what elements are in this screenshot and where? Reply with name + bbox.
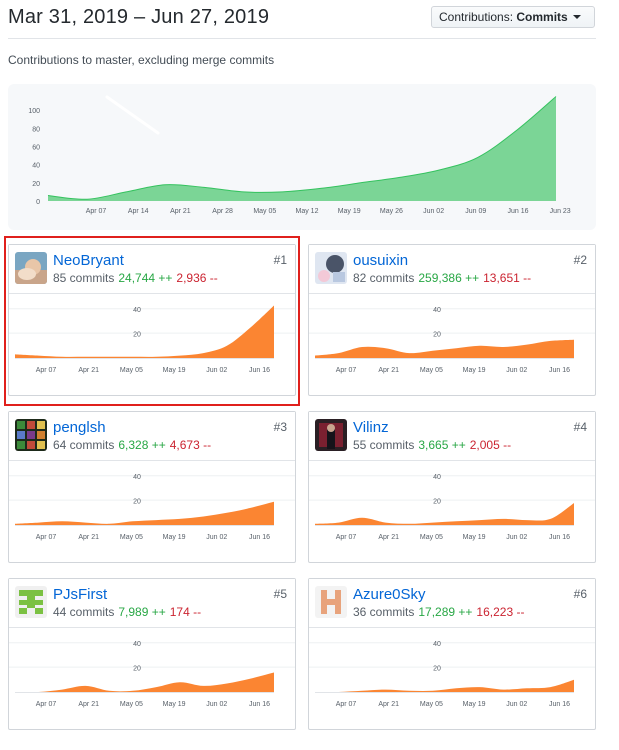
y-tick-label: 20: [433, 666, 441, 673]
x-tick-label: Apr 14: [128, 208, 149, 215]
x-tick-label: Apr 07: [336, 367, 357, 374]
x-tick-label: Jun 02: [423, 208, 444, 215]
select-label: Contributions:: [439, 10, 514, 24]
x-tick-label: Apr 21: [78, 534, 99, 541]
contributor-area: [15, 501, 274, 525]
contributor-card: ousuixin 82 commits 259,386 ++ 13,651 -- #2 2…: [308, 244, 596, 396]
x-tick-label: Apr 07: [336, 534, 357, 541]
x-tick-label: Jun 09: [465, 208, 486, 215]
x-tick-label: May 19: [163, 701, 186, 708]
y-tick-label: 40: [133, 641, 141, 648]
contributor-area: [315, 503, 574, 525]
x-tick-label: Apr 28: [212, 208, 233, 215]
x-tick-label: Jun 02: [506, 701, 527, 708]
x-tick-label: Jun 16: [507, 208, 528, 215]
contributor-card: penglsh 64 commits 6,328 ++ 4,673 -- #3 20 40 A…: [8, 411, 296, 563]
x-tick-label: May 05: [120, 534, 143, 541]
y-tick-label: 20: [433, 499, 441, 506]
contributor-area: [15, 672, 274, 693]
x-tick-label: Jun 16: [249, 534, 270, 541]
x-tick-label: May 19: [163, 534, 186, 541]
x-tick-label: May 05: [420, 701, 443, 708]
x-tick-label: Apr 21: [378, 534, 399, 541]
x-tick-label: Jun 16: [549, 367, 570, 374]
contributor-card: Azure0Sky 36 commits 17,289 ++ 16,223 -- #6 2…: [308, 578, 596, 730]
x-tick-label: Jun 16: [549, 534, 570, 541]
y-tick-label: 20: [32, 181, 40, 188]
y-tick-label: 40: [32, 163, 40, 170]
y-tick-label: 40: [133, 474, 141, 481]
y-tick-label: 40: [433, 641, 441, 648]
x-tick-label: May 05: [253, 208, 276, 215]
x-tick-label: Apr 21: [78, 701, 99, 708]
commits-area: [48, 96, 556, 201]
x-tick-label: Jun 02: [206, 534, 227, 541]
contributor-commits-chart: 20 40 Apr 07 Apr 21 May 05 May 19 Jun 02 Jun 16: [309, 307, 595, 374]
x-tick-label: Apr 07: [336, 701, 357, 708]
x-tick-label: May 12: [296, 208, 319, 215]
y-tick-label: 20: [433, 332, 441, 339]
x-tick-label: Apr 07: [36, 534, 57, 541]
x-tick-label: Jun 16: [549, 701, 570, 708]
contributor-area: [315, 679, 574, 693]
y-tick-label: 0: [36, 199, 40, 206]
x-tick-label: Jun 02: [506, 367, 527, 374]
x-tick-label: May 05: [120, 701, 143, 708]
contributor-card: Vilinz 55 commits 3,665 ++ 2,005 -- #4 20 40 Ap…: [308, 411, 596, 563]
x-tick-label: May 19: [463, 367, 486, 374]
y-tick-label: 20: [133, 666, 141, 673]
x-tick-label: Apr 21: [170, 208, 191, 215]
x-tick-label: May 05: [420, 534, 443, 541]
y-tick-label: 60: [32, 145, 40, 152]
contributor-commits-chart: 20 40 Apr 07 Apr 21 May 05 May 19 Jun 02 Jun 16: [9, 641, 295, 708]
date-range-title: Mar 31, 2019 – Jun 27, 2019: [8, 6, 270, 28]
contributor-commits-chart: 20 40 Apr 07 Apr 21 May 05 May 19 Jun 02 Jun 16: [9, 474, 295, 541]
highlight-box: [4, 236, 300, 406]
y-tick-label: 80: [32, 126, 40, 133]
x-tick-label: May 05: [420, 367, 443, 374]
contributions-type-select[interactable]: Contributions: Commits: [431, 6, 595, 28]
brush-selection[interactable]: [105, 95, 160, 135]
caret-down-icon: [572, 14, 581, 19]
select-value: Commits: [516, 10, 568, 24]
x-tick-label: May 26: [380, 208, 403, 215]
x-tick-label: May 19: [338, 208, 361, 215]
y-tick-label: 100: [28, 108, 40, 115]
y-tick-label: 20: [133, 499, 141, 506]
x-tick-label: Jun 02: [506, 534, 527, 541]
x-tick-label: Jun 02: [206, 701, 227, 708]
x-tick-label: Apr 07: [36, 701, 57, 708]
x-tick-label: Jun 23: [550, 208, 571, 215]
x-tick-label: May 19: [463, 534, 486, 541]
contributor-area: [315, 339, 574, 358]
x-tick-label: May 19: [463, 701, 486, 708]
y-tick-label: 40: [433, 307, 441, 314]
contributor-commits-chart: 20 40 Apr 07 Apr 21 May 05 May 19 Jun 02 Jun 16: [309, 474, 595, 541]
contributor-card: PJsFirst 44 commits 7,989 ++ 174 -- #5 20 40 Ap…: [8, 578, 296, 730]
y-tick-label: 40: [433, 474, 441, 481]
divider: [8, 38, 596, 39]
main-chart-svg: 0 20 40 60 80 100 Apr 07 Apr 14 Apr 21 Apr 28 May …: [28, 95, 571, 215]
x-tick-label: Apr 21: [378, 701, 399, 708]
x-tick-label: Jun 16: [249, 701, 270, 708]
main-commits-chart: 0 20 40 60 80 100 Apr 07 Apr 14 Apr 21 Apr 28 May …: [8, 84, 596, 230]
chart-subtitle: Contributions to master, excluding merge…: [8, 53, 275, 67]
x-tick-label: Apr 07: [86, 208, 107, 215]
contributor-commits-chart: 20 40 Apr 07 Apr 21 May 05 May 19 Jun 02 Jun 16: [309, 641, 595, 708]
x-tick-label: Apr 21: [378, 367, 399, 374]
